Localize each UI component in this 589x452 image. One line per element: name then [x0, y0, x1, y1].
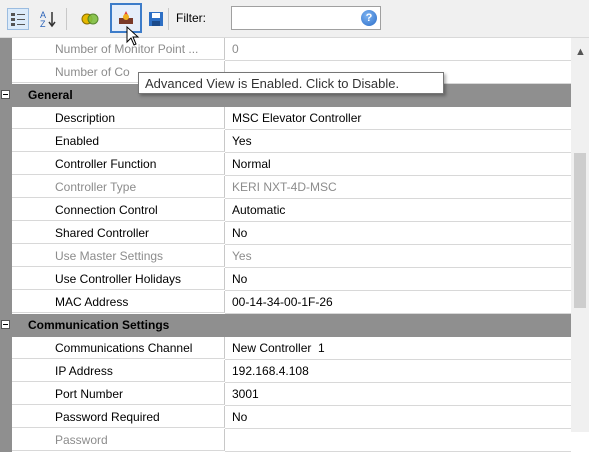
filter-input[interactable] — [231, 6, 381, 30]
property-value[interactable]: New Controller 1 — [225, 337, 571, 360]
property-row[interactable]: Controller Type KERI NXT-4D-MSC — [0, 176, 571, 199]
row-margin — [0, 61, 12, 84]
property-row[interactable]: Connection Control Automatic — [0, 199, 571, 222]
row-margin — [0, 245, 12, 268]
property-row[interactable]: Password Required No — [0, 406, 571, 429]
property-name: Use Controller Holidays — [12, 268, 225, 290]
property-row[interactable]: Use Master Settings Yes — [0, 245, 571, 268]
property-row[interactable]: Shared Controller No — [0, 222, 571, 245]
property-name: MAC Address — [12, 291, 225, 313]
category-label: Communication Settings — [28, 318, 170, 332]
property-value[interactable]: No — [225, 268, 571, 291]
save-icon[interactable] — [144, 7, 168, 31]
collapse-icon[interactable] — [1, 90, 10, 99]
property-name: Connection Control — [12, 199, 225, 221]
row-margin — [0, 383, 12, 406]
property-value[interactable]: 0 — [225, 38, 571, 61]
toolbar-separator — [66, 8, 67, 30]
property-name: Password — [12, 429, 225, 451]
property-value[interactable]: 192.168.4.108 — [225, 360, 571, 383]
tooltip: Advanced View is Enabled. Click to Disab… — [138, 72, 444, 94]
events-icon[interactable] — [78, 7, 102, 31]
property-value[interactable]: 3001 — [225, 383, 571, 406]
help-icon[interactable]: ? — [361, 10, 377, 26]
property-name: Description — [12, 107, 225, 129]
vertical-scrollbar[interactable]: ▲ — [571, 38, 589, 432]
row-margin — [0, 360, 12, 383]
property-name: Communications Channel — [12, 337, 225, 359]
property-name: Shared Controller — [12, 222, 225, 244]
property-value[interactable]: No — [225, 406, 571, 429]
property-row[interactable]: Use Controller Holidays No — [0, 268, 571, 291]
property-grid-toolbar: A Z Filter: ? — [0, 0, 589, 38]
property-name: IP Address — [12, 360, 225, 382]
property-row[interactable]: Number of Monitor Point ... 0 — [0, 38, 571, 61]
property-row[interactable]: IP Address 192.168.4.108 — [0, 360, 571, 383]
property-value[interactable]: KERI NXT-4D-MSC — [225, 176, 571, 199]
row-margin — [0, 268, 12, 291]
property-name: Controller Type — [12, 176, 225, 198]
property-value[interactable]: Automatic — [225, 199, 571, 222]
advanced-view-icon — [119, 11, 133, 24]
property-name: Password Required — [12, 406, 225, 428]
row-margin — [0, 429, 12, 452]
property-name: Controller Function — [12, 153, 225, 175]
row-margin — [0, 199, 12, 222]
row-margin — [0, 406, 12, 429]
property-name: Number of Monitor Point ... — [12, 38, 225, 60]
property-row[interactable]: MAC Address 00-14-34-00-1F-26 — [0, 291, 571, 314]
row-margin — [0, 107, 12, 130]
row-margin — [0, 291, 12, 314]
row-margin — [0, 222, 12, 245]
filter-label: Filter: — [176, 11, 206, 25]
property-value[interactable]: 00-14-34-00-1F-26 — [225, 291, 571, 314]
property-value[interactable]: Yes — [225, 130, 571, 153]
property-row[interactable]: Password — [0, 429, 571, 452]
row-margin — [0, 130, 12, 153]
row-margin — [0, 38, 12, 61]
categorized-icon[interactable] — [7, 8, 29, 30]
collapse-icon[interactable] — [1, 320, 10, 329]
svg-text:Z: Z — [40, 19, 46, 29]
mouse-cursor-icon — [126, 26, 140, 46]
property-row[interactable]: Enabled Yes — [0, 130, 571, 153]
property-value[interactable]: MSC Elevator Controller — [225, 107, 571, 130]
property-row[interactable]: Description MSC Elevator Controller — [0, 107, 571, 130]
property-value[interactable]: Normal — [225, 153, 571, 176]
property-value[interactable]: No — [225, 222, 571, 245]
toolbar-separator — [168, 8, 169, 30]
row-margin — [0, 153, 12, 176]
category-label: General — [28, 88, 73, 102]
property-grid: Number of Monitor Point ... 0 Number of … — [0, 38, 571, 452]
property-row[interactable]: Controller Function Normal — [0, 153, 571, 176]
property-name: Port Number — [12, 383, 225, 405]
row-margin — [0, 176, 12, 199]
property-row[interactable]: Communications Channel New Controller 1 — [0, 337, 571, 360]
scrollbar-thumb[interactable] — [574, 153, 586, 308]
alphabetical-icon[interactable]: A Z — [36, 7, 60, 31]
property-row[interactable]: Port Number 3001 — [0, 383, 571, 406]
scroll-up-icon[interactable]: ▲ — [575, 46, 586, 58]
category-communication-settings[interactable]: Communication Settings — [0, 314, 571, 337]
property-name: Enabled — [12, 130, 225, 152]
property-value[interactable] — [225, 429, 571, 452]
property-name: Use Master Settings — [12, 245, 225, 267]
property-value[interactable]: Yes — [225, 245, 571, 268]
row-margin — [0, 337, 12, 360]
